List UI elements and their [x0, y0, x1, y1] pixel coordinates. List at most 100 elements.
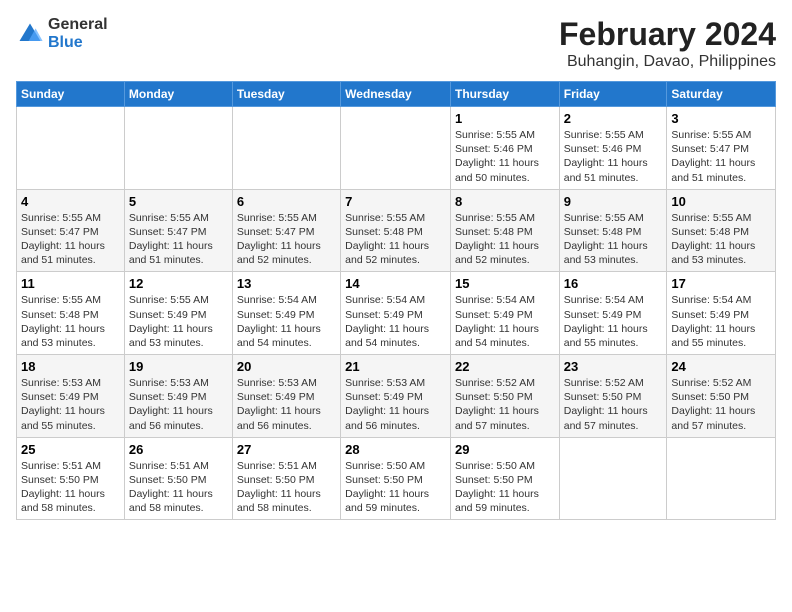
col-thursday: Thursday [450, 82, 559, 107]
day-number: 24 [671, 359, 771, 374]
calendar-week-2: 4 Sunrise: 5:55 AMSunset: 5:47 PMDaylight… [17, 189, 776, 272]
calendar-cell: 18 Sunrise: 5:53 AMSunset: 5:49 PMDayligh… [17, 355, 125, 438]
col-tuesday: Tuesday [232, 82, 340, 107]
day-number: 20 [237, 359, 336, 374]
col-wednesday: Wednesday [341, 82, 451, 107]
day-info: Sunrise: 5:53 AMSunset: 5:49 PMDaylight:… [237, 376, 336, 433]
calendar-week-1: 1 Sunrise: 5:55 AMSunset: 5:46 PMDaylight… [17, 107, 776, 190]
logo: General Blue [16, 16, 108, 51]
calendar-cell: 1 Sunrise: 5:55 AMSunset: 5:46 PMDaylight… [450, 107, 559, 190]
day-number: 12 [129, 276, 228, 291]
day-number: 17 [671, 276, 771, 291]
calendar-cell: 29 Sunrise: 5:50 AMSunset: 5:50 PMDayligh… [450, 437, 559, 520]
day-info: Sunrise: 5:55 AMSunset: 5:48 PMDaylight:… [671, 211, 771, 268]
day-info: Sunrise: 5:54 AMSunset: 5:49 PMDaylight:… [564, 293, 663, 350]
day-info: Sunrise: 5:55 AMSunset: 5:49 PMDaylight:… [129, 293, 228, 350]
logo-line1: General [48, 16, 108, 34]
calendar-cell: 28 Sunrise: 5:50 AMSunset: 5:50 PMDayligh… [341, 437, 451, 520]
calendar-cell: 27 Sunrise: 5:51 AMSunset: 5:50 PMDayligh… [232, 437, 340, 520]
title-block: February 2024 Buhangin, Davao, Philippin… [559, 16, 776, 71]
calendar-header-row: Sunday Monday Tuesday Wednesday Thursday… [17, 82, 776, 107]
day-number: 18 [21, 359, 120, 374]
day-info: Sunrise: 5:51 AMSunset: 5:50 PMDaylight:… [21, 459, 120, 516]
day-info: Sunrise: 5:52 AMSunset: 5:50 PMDaylight:… [455, 376, 555, 433]
day-number: 1 [455, 111, 555, 126]
day-info: Sunrise: 5:53 AMSunset: 5:49 PMDaylight:… [345, 376, 446, 433]
calendar-cell: 21 Sunrise: 5:53 AMSunset: 5:49 PMDayligh… [341, 355, 451, 438]
calendar-cell: 2Sunrise: 5:55 AMSunset: 5:46 PMDaylight… [559, 107, 667, 190]
calendar-cell [667, 437, 776, 520]
day-info: Sunrise: 5:55 AMSunset: 5:48 PMDaylight:… [564, 211, 663, 268]
calendar-cell: 22 Sunrise: 5:52 AMSunset: 5:50 PMDayligh… [450, 355, 559, 438]
page-title: February 2024 [559, 16, 776, 53]
day-number: 8 [455, 194, 555, 209]
calendar-cell: 26 Sunrise: 5:51 AMSunset: 5:50 PMDayligh… [124, 437, 232, 520]
calendar-cell: 14 Sunrise: 5:54 AMSunset: 5:49 PMDayligh… [341, 272, 451, 355]
day-info: Sunrise: 5:53 AMSunset: 5:49 PMDaylight:… [129, 376, 228, 433]
day-number: 26 [129, 442, 228, 457]
day-number: 6 [237, 194, 336, 209]
page-subtitle: Buhangin, Davao, Philippines [559, 53, 776, 71]
day-info: Sunrise: 5:51 AMSunset: 5:50 PMDaylight:… [129, 459, 228, 516]
day-number: 11 [21, 276, 120, 291]
day-number: 21 [345, 359, 446, 374]
calendar-cell: 19Sunrise: 5:53 AMSunset: 5:49 PMDayligh… [124, 355, 232, 438]
day-info: Sunrise: 5:54 AMSunset: 5:49 PMDaylight:… [345, 293, 446, 350]
day-info: Sunrise: 5:54 AMSunset: 5:49 PMDaylight:… [237, 293, 336, 350]
day-number: 13 [237, 276, 336, 291]
day-info: Sunrise: 5:50 AMSunset: 5:50 PMDaylight:… [455, 459, 555, 516]
day-number: 28 [345, 442, 446, 457]
day-info: Sunrise: 5:55 AMSunset: 5:46 PMDaylight:… [455, 128, 555, 185]
logo-line2: Blue [48, 34, 108, 52]
day-info: Sunrise: 5:52 AMSunset: 5:50 PMDaylight:… [564, 376, 663, 433]
calendar-cell: 24Sunrise: 5:52 AMSunset: 5:50 PMDayligh… [667, 355, 776, 438]
day-info: Sunrise: 5:55 AMSunset: 5:47 PMDaylight:… [21, 211, 120, 268]
calendar-cell: 7Sunrise: 5:55 AMSunset: 5:48 PMDaylight… [341, 189, 451, 272]
col-friday: Friday [559, 82, 667, 107]
day-number: 9 [564, 194, 663, 209]
calendar-week-3: 11 Sunrise: 5:55 AMSunset: 5:48 PMDayligh… [17, 272, 776, 355]
day-number: 23 [564, 359, 663, 374]
calendar-cell [341, 107, 451, 190]
calendar-cell: 6 Sunrise: 5:55 AMSunset: 5:47 PMDaylight… [232, 189, 340, 272]
day-number: 14 [345, 276, 446, 291]
day-info: Sunrise: 5:55 AMSunset: 5:47 PMDaylight:… [237, 211, 336, 268]
calendar-cell: 10 Sunrise: 5:55 AMSunset: 5:48 PMDayligh… [667, 189, 776, 272]
day-number: 29 [455, 442, 555, 457]
logo-icon [16, 20, 44, 48]
col-monday: Monday [124, 82, 232, 107]
day-number: 25 [21, 442, 120, 457]
day-number: 27 [237, 442, 336, 457]
day-info: Sunrise: 5:51 AMSunset: 5:50 PMDaylight:… [237, 459, 336, 516]
day-number: 3 [671, 111, 771, 126]
day-info: Sunrise: 5:55 AMSunset: 5:47 PMDaylight:… [129, 211, 228, 268]
calendar-cell: 25 Sunrise: 5:51 AMSunset: 5:50 PMDayligh… [17, 437, 125, 520]
calendar-cell [232, 107, 340, 190]
calendar-cell: 17 Sunrise: 5:54 AMSunset: 5:49 PMDayligh… [667, 272, 776, 355]
day-info: Sunrise: 5:55 AMSunset: 5:47 PMDaylight:… [671, 128, 771, 185]
calendar-cell: 12 Sunrise: 5:55 AMSunset: 5:49 PMDayligh… [124, 272, 232, 355]
calendar-week-5: 25 Sunrise: 5:51 AMSunset: 5:50 PMDayligh… [17, 437, 776, 520]
calendar-cell: 5Sunrise: 5:55 AMSunset: 5:47 PMDaylight… [124, 189, 232, 272]
day-number: 4 [21, 194, 120, 209]
day-info: Sunrise: 5:55 AMSunset: 5:48 PMDaylight:… [455, 211, 555, 268]
day-info: Sunrise: 5:54 AMSunset: 5:49 PMDaylight:… [455, 293, 555, 350]
calendar-cell: 16Sunrise: 5:54 AMSunset: 5:49 PMDayligh… [559, 272, 667, 355]
col-sunday: Sunday [17, 82, 125, 107]
calendar-cell: 20 Sunrise: 5:53 AMSunset: 5:49 PMDayligh… [232, 355, 340, 438]
day-info: Sunrise: 5:53 AMSunset: 5:49 PMDaylight:… [21, 376, 120, 433]
day-info: Sunrise: 5:54 AMSunset: 5:49 PMDaylight:… [671, 293, 771, 350]
day-number: 10 [671, 194, 771, 209]
day-info: Sunrise: 5:55 AMSunset: 5:48 PMDaylight:… [21, 293, 120, 350]
calendar-table: Sunday Monday Tuesday Wednesday Thursday… [16, 81, 776, 520]
calendar-cell: 15 Sunrise: 5:54 AMSunset: 5:49 PMDayligh… [450, 272, 559, 355]
calendar-week-4: 18 Sunrise: 5:53 AMSunset: 5:49 PMDayligh… [17, 355, 776, 438]
calendar-cell [17, 107, 125, 190]
page-header: General Blue February 2024 Buhangin, Dav… [16, 16, 776, 71]
day-info: Sunrise: 5:50 AMSunset: 5:50 PMDaylight:… [345, 459, 446, 516]
day-info: Sunrise: 5:55 AMSunset: 5:48 PMDaylight:… [345, 211, 446, 268]
calendar-cell: 4 Sunrise: 5:55 AMSunset: 5:47 PMDaylight… [17, 189, 125, 272]
calendar-cell: 3 Sunrise: 5:55 AMSunset: 5:47 PMDaylight… [667, 107, 776, 190]
day-number: 15 [455, 276, 555, 291]
day-number: 22 [455, 359, 555, 374]
